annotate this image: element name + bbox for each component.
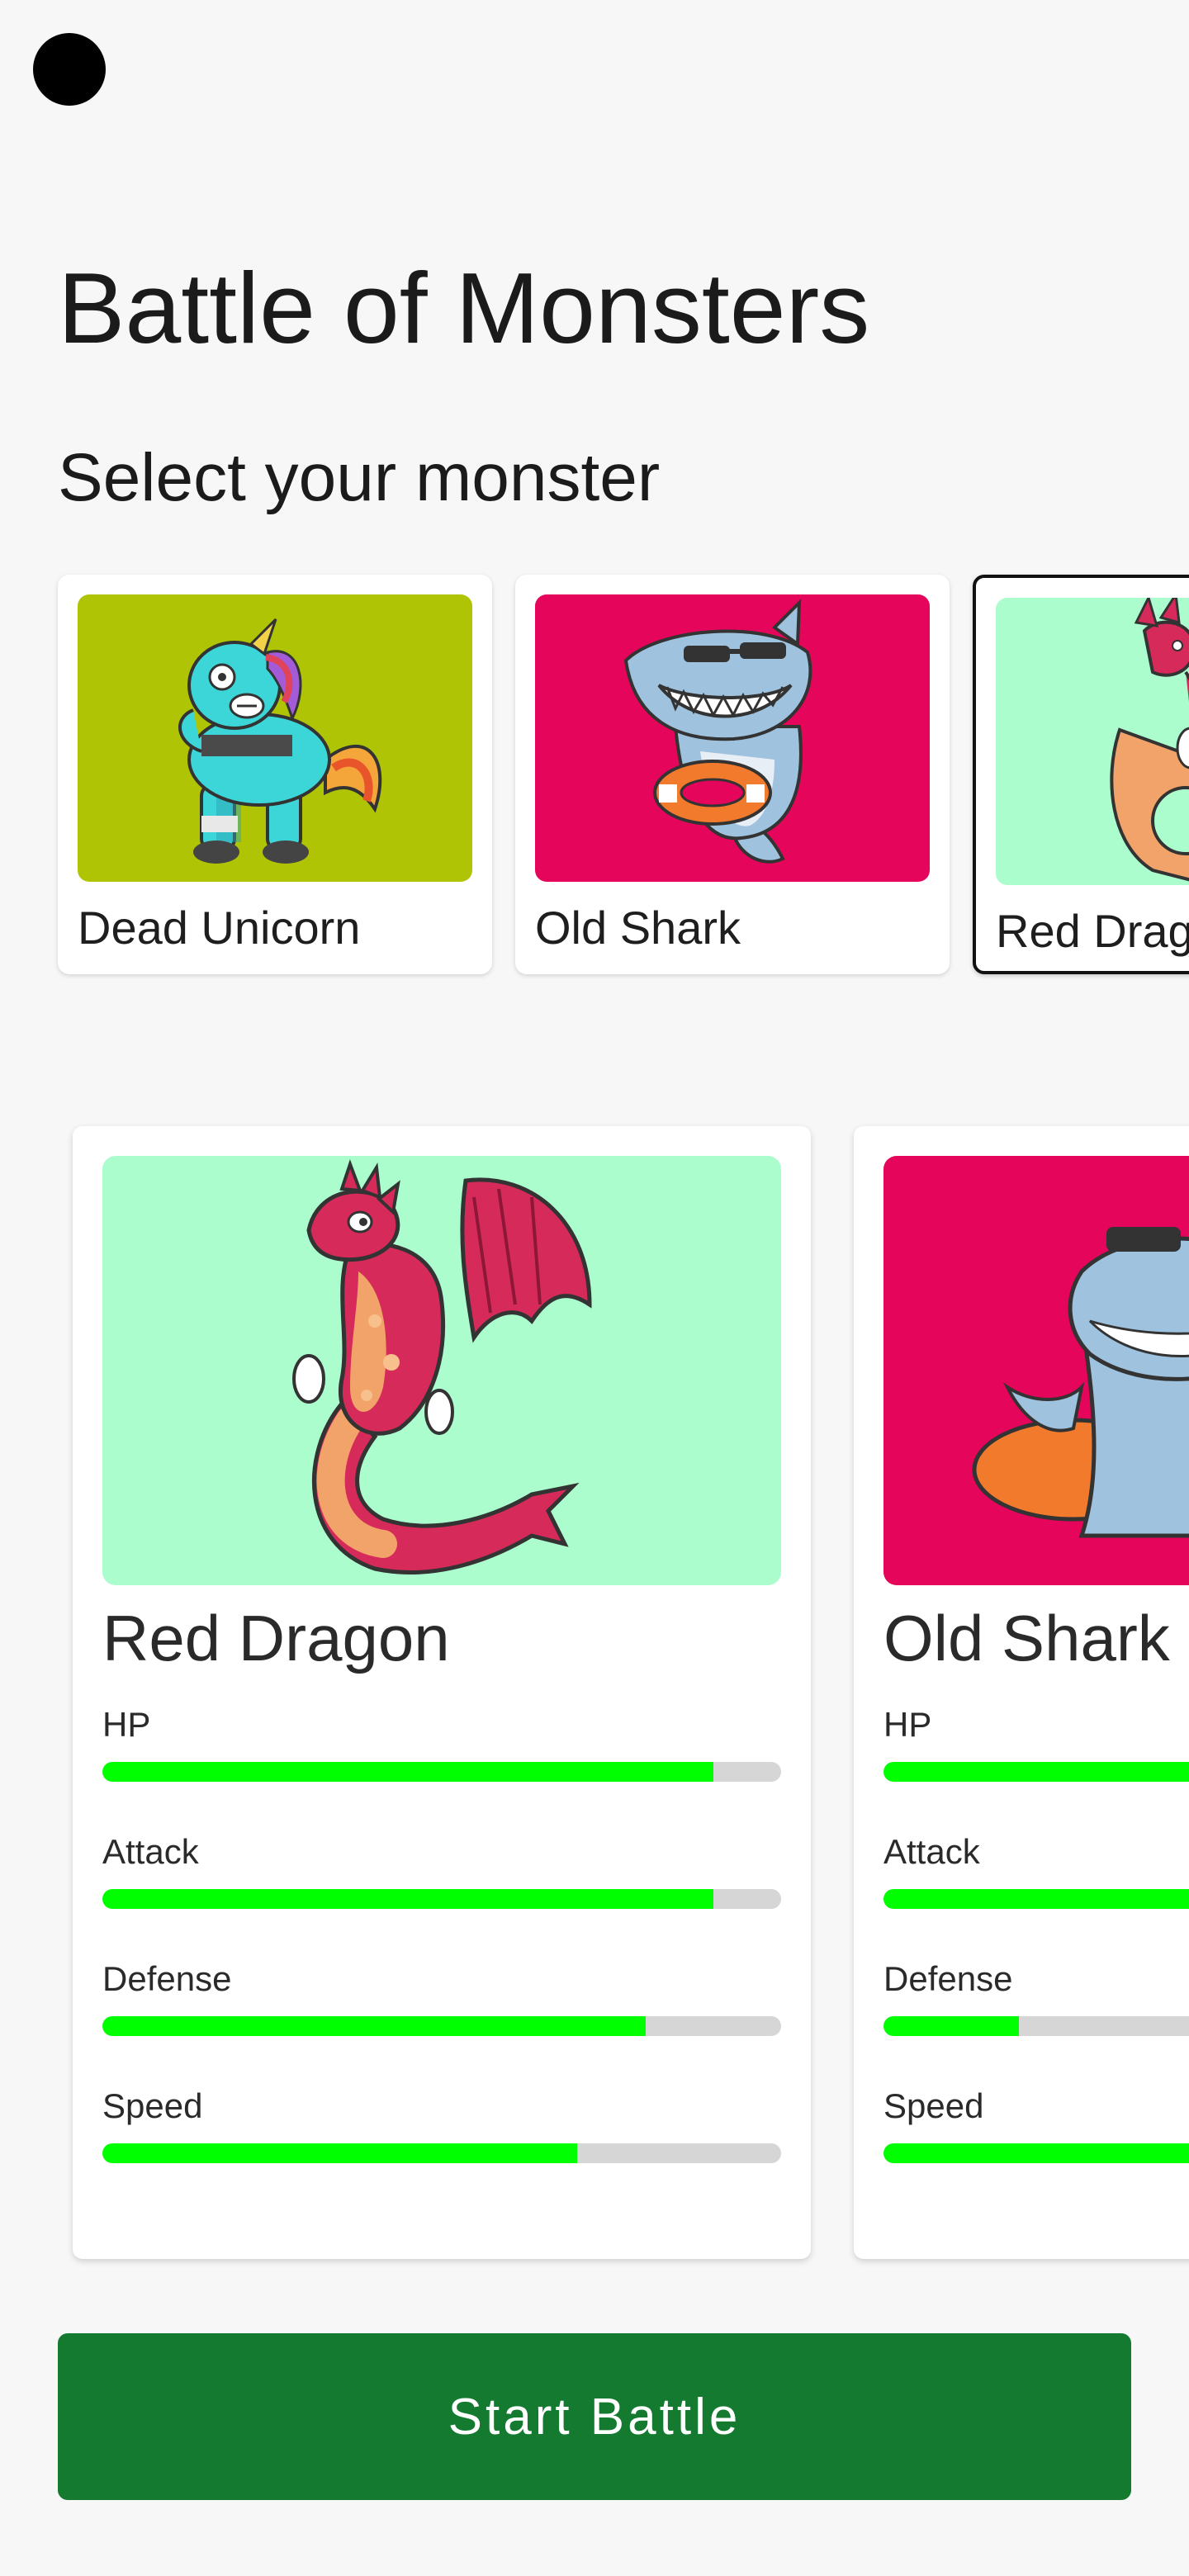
monster-card-red-dragon[interactable]: Red Drago <box>973 575 1189 974</box>
player-monster-card: Red Dragon HP Attack Defense Speed <box>73 1126 811 2259</box>
stat-bar-fill <box>102 2143 578 2163</box>
stat-hp: HP <box>102 1705 781 1782</box>
stat-hp: HP <box>883 1705 1189 1782</box>
stat-bar-fill <box>102 2016 646 2036</box>
monster-selector[interactable]: Dead Unicorn Old Shark Red Drag <box>0 571 1189 984</box>
monster-card-dead-unicorn[interactable]: Dead Unicorn <box>58 575 492 974</box>
stat-label: HP <box>883 1705 932 1744</box>
page-title: Battle of Monsters <box>58 252 870 364</box>
battle-preview: Red Dragon HP Attack Defense Speed Old S… <box>0 1121 1189 2269</box>
stat-label: Defense <box>883 1959 1013 1998</box>
stat-label: Attack <box>102 1832 199 1871</box>
stat-defense: Defense <box>102 1959 781 2036</box>
opponent-monster-name: Old Shark <box>883 1602 1170 1674</box>
monster-card-name: Old Shark <box>535 902 741 954</box>
stat-attack: Attack <box>102 1832 781 1909</box>
stat-bar-track <box>102 1889 781 1909</box>
stat-bar-fill <box>883 1762 1189 1782</box>
camera-cutout <box>33 33 106 106</box>
red-dragon-image <box>102 1156 781 1585</box>
stat-label: HP <box>102 1705 151 1744</box>
stat-bar-track <box>102 2143 781 2163</box>
stat-defense: Defense <box>883 1959 1189 2036</box>
red-dragon-image <box>996 598 1189 885</box>
stat-bar-track <box>102 2016 781 2036</box>
monster-card-name: Red Drago <box>996 905 1189 957</box>
stat-bar-track <box>883 1889 1189 1909</box>
stat-bar-fill <box>102 1762 713 1782</box>
old-shark-image <box>535 594 930 882</box>
stat-bar-fill <box>883 2143 1189 2163</box>
stat-label: Speed <box>883 2086 984 2125</box>
dead-unicorn-image <box>78 594 472 882</box>
stat-speed: Speed <box>102 2086 781 2163</box>
stat-speed: Speed <box>883 2086 1189 2163</box>
stat-bar-fill <box>883 2016 1020 2036</box>
monster-card-old-shark[interactable]: Old Shark <box>515 575 950 974</box>
player-monster-name: Red Dragon <box>102 1602 450 1674</box>
stat-label: Speed <box>102 2086 203 2125</box>
stat-attack: Attack <box>883 1832 1189 1909</box>
monster-card-name: Dead Unicorn <box>78 902 361 954</box>
stat-bar-track <box>883 2016 1189 2036</box>
stat-label: Defense <box>102 1959 232 1998</box>
stat-bar-track <box>102 1762 781 1782</box>
stat-bar-fill <box>883 1889 1189 1909</box>
old-shark-image <box>883 1156 1189 1585</box>
page-subtitle: Select your monster <box>58 440 661 515</box>
start-battle-button[interactable]: Start Battle <box>58 2333 1131 2500</box>
stat-bar-track <box>883 1762 1189 1782</box>
opponent-monster-card: Old Shark HP Attack Defense Speed <box>854 1126 1189 2259</box>
stat-bar-track <box>883 2143 1189 2163</box>
stat-label: Attack <box>883 1832 980 1871</box>
stat-bar-fill <box>102 1889 713 1909</box>
